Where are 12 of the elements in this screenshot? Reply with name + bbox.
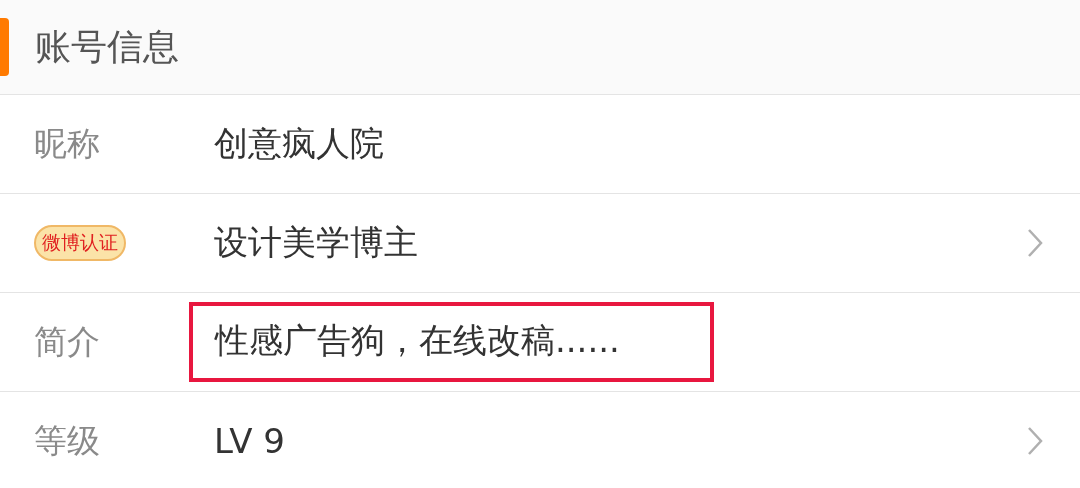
row-value: 设计美学博主 — [214, 221, 419, 264]
row-label: 等级 — [34, 419, 100, 462]
verification-badge: 微博认证 — [34, 225, 126, 261]
row-value: 创意疯人院 — [214, 122, 385, 165]
row-value: LV 9 — [214, 420, 286, 463]
section-accent-bar — [0, 18, 9, 76]
row-label: 简介 — [34, 320, 100, 363]
list-row[interactable]: 等级 LV 9 — [0, 392, 1080, 488]
row-value: 性感广告狗，在线改稿...... — [189, 302, 714, 382]
list-row[interactable]: 微博认证 设计美学博主 — [0, 194, 1080, 293]
section-title: 账号信息 — [35, 24, 179, 69]
row-label: 昵称 — [34, 122, 100, 165]
